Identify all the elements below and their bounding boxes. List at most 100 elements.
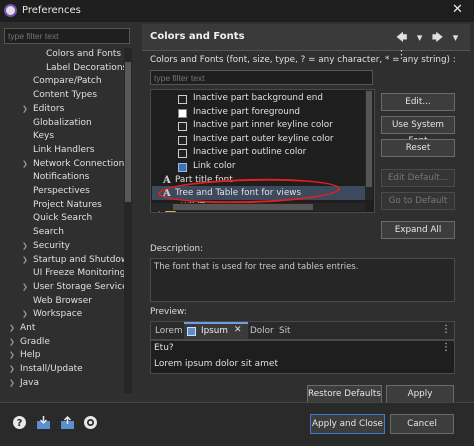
go-to-default-button[interactable]: Go to Default [381, 192, 455, 210]
tree-item-label: Compare/Patch [33, 76, 102, 87]
tree-filter-input[interactable] [4, 28, 130, 44]
tab-dolor[interactable]: Dolor [250, 326, 274, 336]
help-icon[interactable]: ? [12, 415, 27, 430]
tree-item-label: Link Handlers [33, 144, 95, 155]
description-title: Description: [150, 244, 204, 254]
window-title: Preferences [22, 5, 81, 16]
tree-item-label: Java [20, 377, 40, 388]
tree-item-label: Label Decorations [46, 62, 124, 73]
tree-item-label: Content Types [33, 90, 98, 101]
tab-menu-icon[interactable]: ⋮ [441, 324, 451, 335]
tree-item-label: Notifications [33, 172, 90, 183]
expand-arrow-icon[interactable]: ❯ [22, 281, 28, 295]
tree-item[interactable]: ❯ Help [9, 349, 41, 363]
restore-defaults-button[interactable]: Restore Defaults [307, 385, 382, 403]
tree-item[interactable]: Perspectives [33, 185, 90, 199]
tab-ipsum[interactable]: Ipsum ✕ [184, 322, 248, 339]
edit-default-button[interactable]: Edit Default... [381, 169, 455, 187]
tree-item[interactable]: UI Freeze Monitoring [33, 267, 124, 281]
preview-area: Etu? ⋮ Lorem ipsum dolor sit amet [150, 340, 455, 374]
tree-item-label: Globalization [33, 117, 92, 128]
expand-arrow-icon[interactable]: ❯ [9, 349, 15, 363]
tree-item[interactable]: Quick Search [33, 212, 92, 226]
expand-arrow-icon[interactable]: ❯ [22, 254, 28, 268]
expand-arrow-icon[interactable]: ❯ [9, 336, 15, 350]
tree-item[interactable]: Web Browser [33, 295, 92, 309]
preview-title: Preview: [150, 307, 187, 317]
color-swatch-icon [178, 149, 187, 159]
oomph-icon[interactable] [83, 415, 98, 430]
color-font-item[interactable]: Inactive part inner keyline color [193, 119, 333, 133]
close-icon[interactable]: ✕ [452, 2, 463, 17]
colors-fonts-label: Colors and Fonts (font, size, type, ? = … [150, 55, 456, 65]
tree-item-label: Web Browser [33, 295, 92, 306]
expand-arrow-icon[interactable]: ❯ [22, 308, 28, 322]
colors-filter-input[interactable] [150, 70, 373, 85]
expand-all-button[interactable]: Expand All [381, 221, 455, 239]
export-icon[interactable] [60, 415, 75, 430]
tree-scrollbar[interactable] [124, 48, 132, 393]
expand-arrow-icon[interactable]: ❯ [9, 377, 15, 391]
preferences-tree: Colors and Fonts Label Decorations Compare… [0, 48, 124, 393]
preview-menu-icon[interactable]: ⋮ [441, 342, 451, 353]
color-swatch-icon [178, 95, 187, 104]
color-swatch-icon [178, 122, 187, 132]
list-hscroll[interactable] [151, 203, 365, 211]
tree-item[interactable]: Keys [33, 130, 54, 144]
color-font-item[interactable]: Inactive part background end [193, 92, 323, 106]
expand-arrow-icon[interactable]: ❯ [22, 240, 28, 254]
tree-item[interactable]: ❯ Security [22, 240, 70, 254]
tree-item[interactable]: ❯ Editors [22, 103, 65, 117]
tab-lorem[interactable]: Lorem [155, 326, 183, 336]
tree-item-label: Gradle [20, 336, 50, 347]
tree-item[interactable]: Notifications [33, 171, 89, 185]
edit-button[interactable]: Edit... [381, 93, 455, 111]
expand-arrow-icon[interactable]: ❯ [22, 158, 28, 172]
tree-item[interactable]: Globalization [33, 117, 92, 131]
expand-arrow-icon[interactable]: ❯ [22, 103, 28, 117]
tree-item[interactable]: ❯ User Storage Service [22, 281, 124, 295]
tree-item-label: Editors [33, 103, 65, 114]
tree-item-label: Startup and Shutdown [33, 254, 124, 265]
tree-item-label: Keys [33, 131, 55, 142]
tab-close-icon[interactable]: ✕ [234, 325, 242, 335]
tree-item-label: Perspectives [33, 186, 90, 196]
expand-arrow-icon[interactable]: ❯ [9, 322, 15, 336]
tree-item-label: User Storage Service [33, 281, 124, 292]
tree-item[interactable]: ❯ Startup and Shutdown [22, 254, 124, 268]
tree-item[interactable]: ❯ Ant [9, 322, 35, 336]
color-font-item[interactable]: Inactive part foreground [193, 106, 300, 120]
tree-item[interactable]: Label Decorations [46, 62, 124, 76]
color-font-item[interactable]: Inactive part outline color [193, 146, 306, 160]
tree-item-label: Network Connections [33, 158, 124, 169]
tab-sit[interactable]: Sit [279, 326, 290, 336]
tree-item[interactable]: ❯ Workspace [22, 308, 82, 322]
tree-item[interactable]: ❯ Network Connections [22, 158, 124, 172]
tab-ipsum-label: Ipsum [201, 326, 228, 336]
color-font-item[interactable]: Inactive part outer keyline color [193, 133, 334, 147]
import-icon[interactable] [36, 415, 51, 430]
tree-item[interactable]: Content Types [33, 89, 97, 103]
preview-line-1: Etu? [154, 343, 174, 353]
preview-line-2: Lorem ipsum dolor sit amet [154, 359, 278, 369]
apply-button[interactable]: Apply [386, 385, 454, 403]
tree-item[interactable]: ❯ Gradle [9, 336, 50, 350]
tree-item[interactable]: Search [33, 226, 64, 240]
page-title: Colors and Fonts [150, 31, 245, 42]
expand-arrow-icon[interactable]: ❯ [9, 363, 15, 377]
list-vscroll[interactable] [365, 90, 373, 200]
tree-item[interactable]: Link Handlers [33, 144, 94, 158]
color-swatch-icon [178, 108, 187, 118]
tree-item[interactable]: ❯ Install/Update [9, 363, 83, 377]
tree-item-label: Quick Search [33, 213, 93, 224]
tree-item[interactable]: ❯ Java [9, 377, 40, 391]
color-font-item[interactable]: Link color [193, 160, 235, 174]
apply-and-close-button[interactable]: Apply and Close [310, 414, 385, 434]
tree-item[interactable]: Compare/Patch [33, 75, 102, 89]
preview-tab-bar: Lorem Ipsum ✕ Dolor Sit ⋮ [150, 321, 455, 340]
cancel-button[interactable]: Cancel [390, 414, 454, 434]
use-system-font-button[interactable]: Use System Font [381, 116, 455, 146]
reset-button[interactable]: Reset [381, 139, 455, 157]
tree-item[interactable]: Colors and Fonts [46, 48, 121, 62]
tree-item[interactable]: Project Natures [33, 199, 102, 213]
